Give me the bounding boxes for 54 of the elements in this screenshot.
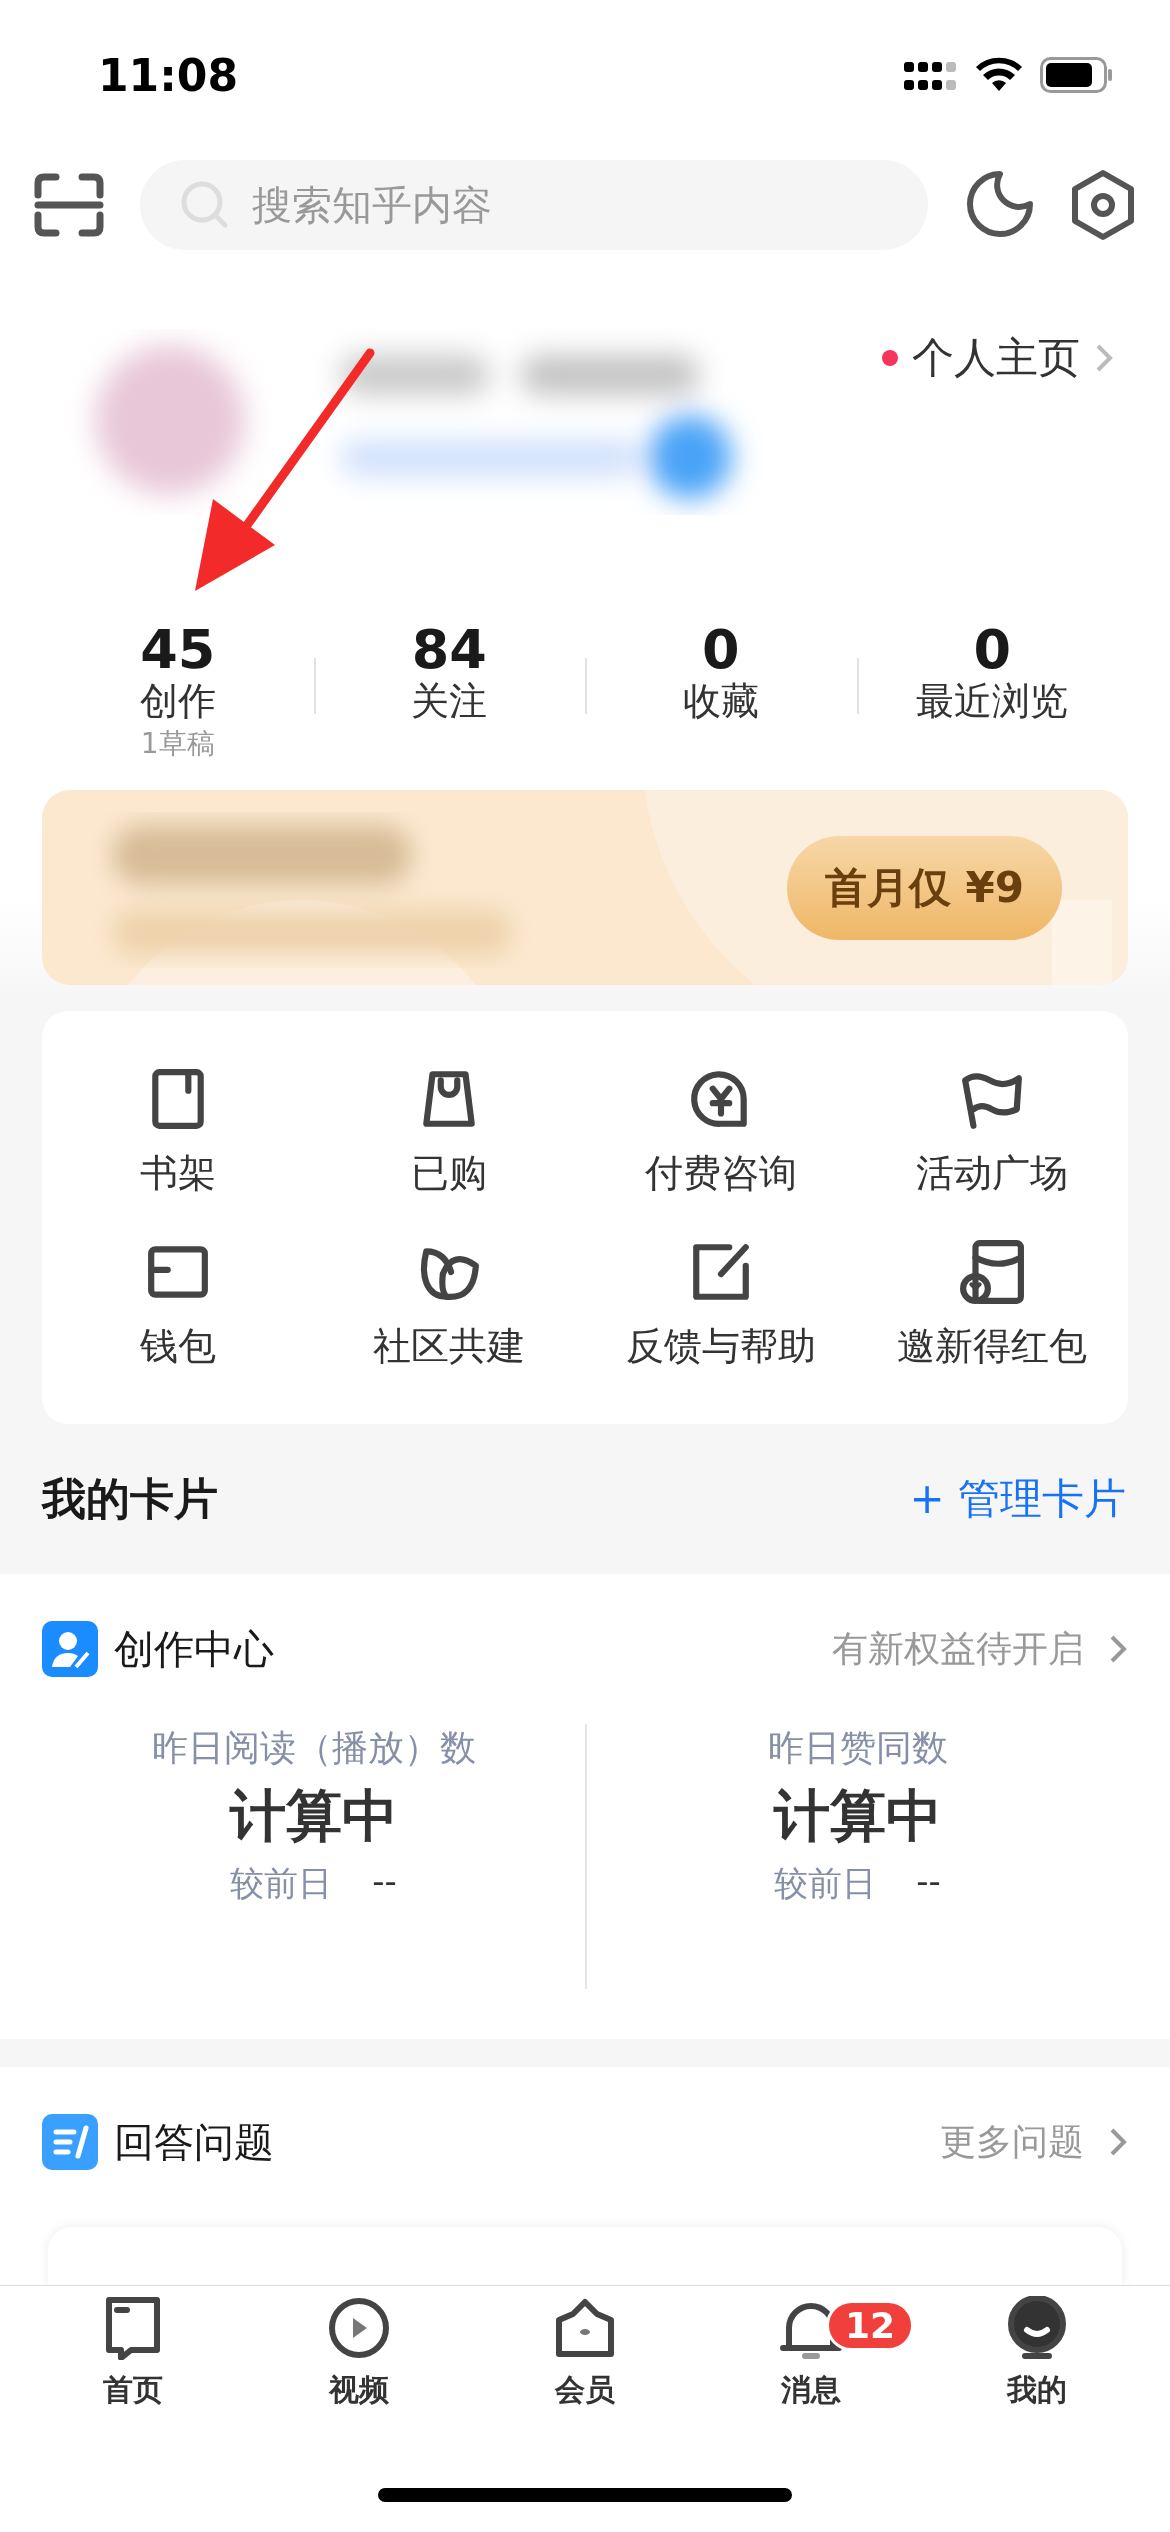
compare-label: 较前日 bbox=[230, 1862, 333, 1905]
shortcut-item[interactable]: 已购 bbox=[313, 1066, 585, 1199]
stat-label[interactable]: 收藏 bbox=[682, 679, 759, 725]
stat-value[interactable]: 0 bbox=[701, 620, 740, 680]
chevron-icon bbox=[1108, 2126, 1128, 2158]
compare-value: -- bbox=[372, 1861, 397, 1903]
card-title: 回答问题 bbox=[114, 2117, 274, 2167]
section-title: 我的卡片 bbox=[42, 1471, 218, 1526]
manage-cards-link[interactable]: + 管理卡片 bbox=[909, 1471, 1126, 1527]
chevron-icon bbox=[1094, 342, 1114, 374]
metric-label: 昨日阅读（播放）数 bbox=[151, 1726, 476, 1770]
stat-value[interactable]: 45 bbox=[140, 620, 216, 680]
settings-icon[interactable] bbox=[1070, 169, 1136, 241]
search-field[interactable]: 搜索知乎内容 bbox=[140, 160, 928, 250]
shortcut-item[interactable]: 付费咨询 bbox=[585, 1066, 857, 1199]
moon-icon[interactable] bbox=[964, 170, 1034, 240]
stat-label[interactable]: 最近浏览 bbox=[916, 679, 1069, 725]
chevron-icon bbox=[1108, 1633, 1128, 1665]
envelope-icon bbox=[959, 1239, 1026, 1305]
shortcut-item[interactable]: 活动广场 bbox=[856, 1066, 1128, 1199]
stat-subtext: 1草稿 bbox=[140, 726, 215, 762]
wifi-icon bbox=[974, 57, 1024, 93]
stat-value[interactable]: 84 bbox=[411, 620, 487, 680]
battery-icon bbox=[1040, 57, 1114, 93]
metric-value: 计算中 bbox=[229, 1782, 398, 1850]
shortcut-item[interactable]: 邀新得红包 bbox=[856, 1239, 1128, 1372]
compare-label: 较前日 bbox=[774, 1862, 877, 1905]
shortcut-item[interactable]: 钱包 bbox=[42, 1239, 314, 1372]
status-time: 11:08 bbox=[98, 49, 239, 101]
compare-value: -- bbox=[916, 1861, 941, 1903]
tab-item[interactable]: 首页 bbox=[20, 2296, 246, 2411]
face-icon bbox=[1005, 2296, 1069, 2360]
tab-item[interactable]: 视频 bbox=[246, 2296, 472, 2411]
stat-label[interactable]: 关注 bbox=[411, 679, 488, 725]
tab-item[interactable]: 我的 bbox=[924, 2296, 1150, 2411]
answer-icon bbox=[42, 2114, 98, 2170]
tab-item[interactable]: 消息 12 bbox=[698, 2296, 924, 2411]
shortcut-item[interactable]: 社区共建 bbox=[313, 1239, 585, 1372]
play-icon bbox=[327, 2296, 391, 2360]
creator-icon bbox=[42, 1621, 98, 1677]
shortcut-item[interactable]: 书架 bbox=[42, 1066, 314, 1199]
search-icon bbox=[180, 180, 230, 230]
shortcut-item[interactable]: 反馈与帮助 bbox=[585, 1239, 857, 1372]
stat-label[interactable]: 创作 bbox=[139, 679, 216, 725]
membership-banner[interactable]: 首月仅 ¥9 bbox=[42, 790, 1128, 985]
stat-value[interactable]: 0 bbox=[973, 620, 1012, 680]
card-title: 创作中心 bbox=[114, 1624, 274, 1674]
profile-link[interactable]: 个人主页 bbox=[882, 330, 1114, 386]
scan-icon[interactable] bbox=[34, 173, 104, 237]
metric-label: 昨日赞同数 bbox=[767, 1726, 948, 1770]
tab-item[interactable]: 会员 bbox=[472, 2296, 698, 2411]
metric-value: 计算中 bbox=[773, 1782, 942, 1850]
trial-button[interactable]: 首月仅 ¥9 bbox=[786, 835, 1062, 940]
crown-icon bbox=[553, 2296, 617, 2360]
